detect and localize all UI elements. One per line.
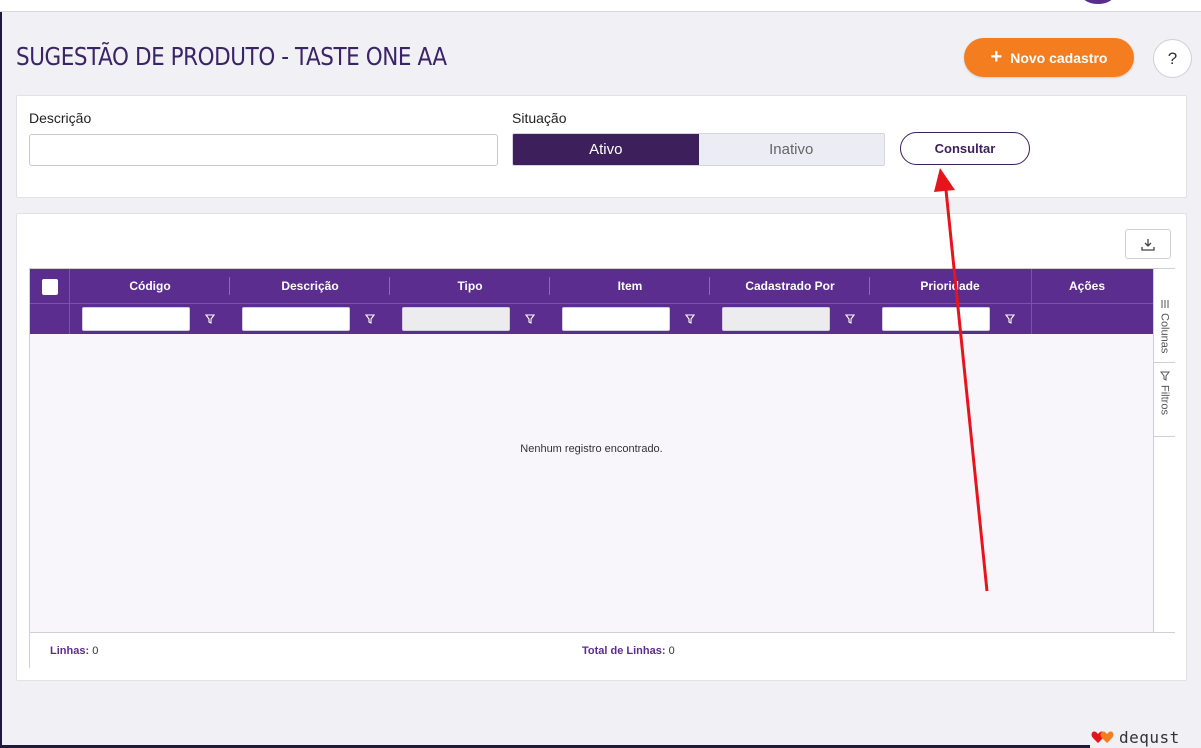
row-count-value: 0	[92, 645, 99, 657]
filter-input-tipo[interactable]	[402, 307, 510, 331]
descricao-label: Descrição	[29, 110, 92, 126]
filter-icon	[1159, 371, 1170, 381]
situacao-label: Situação	[512, 110, 567, 126]
situacao-toggle: Ativo Inativo	[512, 133, 885, 166]
filter-input-descricao[interactable]	[242, 307, 350, 331]
top-bar	[0, 0, 1201, 12]
side-tab-filtros-label: Filtros	[1158, 385, 1171, 415]
filter-panel: Descrição Situação Ativo Inativo Consult…	[16, 95, 1187, 198]
column-header-tipo[interactable]: Tipo	[390, 269, 550, 303]
side-tab-colunas-label: Colunas	[1158, 313, 1171, 354]
header-divider	[30, 303, 1153, 304]
column-header-cadastrado-por[interactable]: Cadastrado Por	[710, 269, 870, 303]
filter-icon[interactable]	[522, 309, 538, 329]
filter-icon[interactable]	[682, 309, 698, 329]
row-count: Linhas: 0	[50, 645, 98, 657]
new-record-button[interactable]: + Novo cadastro	[964, 38, 1134, 77]
row-count-label: Linhas:	[50, 645, 90, 657]
user-avatar[interactable]	[1082, 0, 1114, 4]
situacao-option-inativo[interactable]: Inativo	[698, 134, 884, 165]
side-tab-filtros[interactable]: Filtros	[1154, 363, 1175, 437]
filter-input-cadastrado-por[interactable]	[722, 307, 830, 331]
brand-logo: dequst	[1090, 727, 1180, 747]
column-header-descricao[interactable]: Descrição	[230, 269, 390, 303]
situacao-option-ativo[interactable]: Ativo	[513, 134, 699, 165]
filter-input-item[interactable]	[562, 307, 670, 331]
column-header-prioridade[interactable]: Prioridade	[870, 269, 1030, 303]
descricao-input[interactable]	[29, 134, 498, 166]
new-record-label: Novo cadastro	[1010, 49, 1108, 66]
filter-input-prioridade[interactable]	[882, 307, 990, 331]
grid-footer: Linhas: 0 Total de Linhas: 0	[30, 632, 1175, 668]
window-edge-left	[0, 12, 2, 748]
filter-input-codigo[interactable]	[82, 307, 190, 331]
total-row-count: Total de Linhas: 0	[582, 645, 675, 657]
grid-side-panel: Colunas Filtros	[1153, 269, 1175, 632]
select-all-checkbox[interactable]	[42, 279, 58, 295]
column-header-item[interactable]: Item	[550, 269, 710, 303]
total-row-count-label: Total de Linhas:	[582, 645, 666, 657]
empty-message: Nenhum registro encontrado.	[520, 443, 663, 455]
total-row-count-value: 0	[668, 645, 675, 657]
export-button[interactable]	[1125, 229, 1171, 259]
brand-name: dequst	[1119, 727, 1180, 747]
filter-icon[interactable]	[202, 309, 218, 329]
help-icon: ?	[1167, 48, 1178, 68]
help-button[interactable]: ?	[1153, 39, 1192, 78]
column-header-codigo[interactable]: Código	[70, 269, 230, 303]
columns-icon	[1161, 300, 1168, 308]
consultar-button[interactable]: Consultar	[900, 132, 1030, 165]
grid-header: Código Descrição Tipo Item Cadastrado Po…	[30, 269, 1153, 334]
filter-icon[interactable]	[362, 309, 378, 329]
results-panel: Código Descrição Tipo Item Cadastrado Po…	[16, 213, 1187, 681]
filter-icon[interactable]	[1002, 309, 1018, 329]
page-title: SUGESTÃO DE PRODUTO - TASTE ONE AA	[16, 42, 447, 71]
download-icon	[1141, 238, 1155, 251]
plus-icon: +	[990, 45, 1003, 68]
side-tab-colunas[interactable]: Colunas	[1154, 293, 1175, 363]
column-header-acoes: Ações	[1068, 279, 1106, 293]
data-grid: Código Descrição Tipo Item Cadastrado Po…	[29, 268, 1175, 668]
filter-icon[interactable]	[842, 309, 858, 329]
heart-logo-icon	[1091, 731, 1114, 743]
